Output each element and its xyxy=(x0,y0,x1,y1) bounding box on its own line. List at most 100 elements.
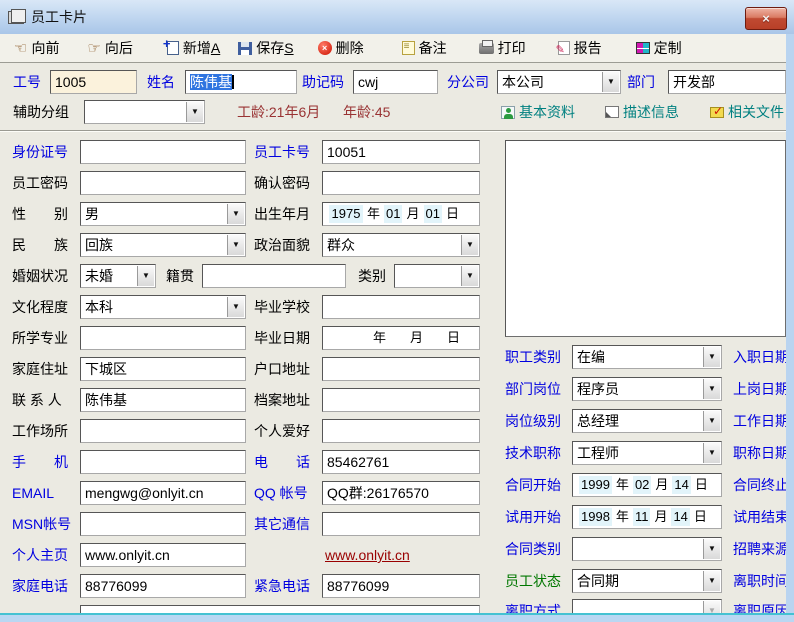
name-value: 陈伟基 xyxy=(190,74,232,90)
tab-description[interactable]: 描述信息 xyxy=(605,100,679,124)
window-bottom-border xyxy=(0,613,794,622)
contract-month: 02 xyxy=(633,476,651,494)
save-button[interactable]: 保存S xyxy=(234,36,297,60)
branch-label: 分公司 xyxy=(447,70,489,94)
chevron-down-icon[interactable]: ▼ xyxy=(227,204,244,224)
empcard-value: 10051 xyxy=(327,144,366,160)
trial-start-label: 试用开始 xyxy=(505,505,561,529)
contract-type-select[interactable]: ▼ xyxy=(572,537,722,561)
tab-basic-info-label: 基本资料 xyxy=(519,102,575,122)
delete-label: 删除 xyxy=(336,38,364,58)
idcard-label: 身份证号 xyxy=(12,140,68,164)
title-date-label: 职称日期 xyxy=(733,441,786,465)
delete-x-icon: × xyxy=(318,41,332,55)
ethnic-select[interactable]: 回族 ▼ xyxy=(80,233,246,257)
new-record-icon xyxy=(167,41,179,55)
mnemonic-input[interactable]: cwj xyxy=(353,70,438,94)
empno-label: 工号 xyxy=(13,70,41,94)
mnemonic-label: 助记码 xyxy=(302,70,344,94)
empcard-input[interactable]: 10051 xyxy=(322,140,480,164)
contract-start-date[interactable]: 1999 年 02 月 14 日 xyxy=(572,473,722,497)
aux-group-select[interactable]: ▼ xyxy=(84,100,205,124)
empno-input[interactable]: 1005 xyxy=(50,70,137,94)
pwd-input[interactable] xyxy=(80,171,246,195)
chevron-down-icon[interactable]: ▼ xyxy=(703,539,720,559)
seniority-text: 工龄:21年6月 xyxy=(237,100,320,124)
chevron-down-icon[interactable]: ▼ xyxy=(703,571,720,591)
report-icon xyxy=(558,41,570,55)
remark-button[interactable]: 备注 xyxy=(398,36,451,60)
marital-value: 未婚 xyxy=(85,268,113,284)
hire-date-label: 入职日期 xyxy=(733,345,786,369)
dept-post-select[interactable]: 程序员 ▼ xyxy=(572,377,722,401)
tech-title-select[interactable]: 工程师 ▼ xyxy=(572,441,722,465)
backward-button[interactable]: ☞ 向后 xyxy=(83,36,136,60)
trial-day: 14 xyxy=(671,508,689,526)
chevron-down-icon[interactable]: ▼ xyxy=(137,266,154,286)
report-button[interactable]: 报告 xyxy=(554,36,606,60)
report-label: 报告 xyxy=(574,38,602,58)
emp-status-select[interactable]: 合同期 ▼ xyxy=(572,569,722,593)
remark-label: 备注 xyxy=(419,38,447,58)
chevron-down-icon[interactable]: ▼ xyxy=(703,411,720,431)
titlebar[interactable]: 员工卡片 xyxy=(0,0,794,34)
employee-card-window: 员工卡片 × ☜ 向前 ☞ 向后 新增A 保存S × 删除 备注 打印 xyxy=(0,0,794,622)
chevron-down-icon[interactable]: ▼ xyxy=(703,379,720,399)
branch-select[interactable]: 本公司 ▼ xyxy=(497,70,621,94)
chevron-down-icon[interactable]: ▼ xyxy=(227,235,244,255)
tab-description-label: 描述信息 xyxy=(623,102,679,122)
native-input[interactable] xyxy=(202,264,346,288)
branch-value: 本公司 xyxy=(502,74,544,90)
trial-end-label: 试用结束 xyxy=(733,505,786,529)
chevron-down-icon[interactable]: ▼ xyxy=(186,102,203,122)
unit-day: 日 xyxy=(695,474,708,496)
note-icon xyxy=(402,41,415,55)
chevron-down-icon[interactable]: ▼ xyxy=(602,72,619,92)
birth-year: 1975 xyxy=(329,205,363,223)
unit-month: 月 xyxy=(406,203,419,225)
print-button[interactable]: 打印 xyxy=(475,36,530,60)
chevron-down-icon[interactable]: ▼ xyxy=(703,347,720,367)
gender-label: 性 别 xyxy=(12,202,68,226)
new-button[interactable]: 新增A xyxy=(163,36,224,60)
save-label: 保存 xyxy=(256,38,284,58)
customize-button[interactable]: 定制 xyxy=(632,36,686,60)
school-input[interactable] xyxy=(322,295,480,319)
post-grade-select[interactable]: 总经理 ▼ xyxy=(572,409,722,433)
dept-label: 部门 xyxy=(627,70,655,94)
confirm-label: 确认密码 xyxy=(254,171,310,195)
window-title: 员工卡片 xyxy=(31,7,87,27)
name-input[interactable]: 陈伟基 xyxy=(185,70,297,94)
confirm-input[interactable] xyxy=(322,171,480,195)
chevron-down-icon[interactable]: ▼ xyxy=(461,266,478,286)
contract-day: 14 xyxy=(672,476,690,494)
category-select[interactable]: ▼ xyxy=(394,264,480,288)
chevron-down-icon[interactable]: ▼ xyxy=(227,297,244,317)
trial-month: 11 xyxy=(633,508,651,526)
gender-value: 男 xyxy=(85,206,99,222)
dept-input[interactable]: 开发部 xyxy=(668,70,786,94)
hand-left-icon: ☜ xyxy=(14,41,27,56)
edu-select[interactable]: 本科 ▼ xyxy=(80,295,246,319)
mnemonic-value: cwj xyxy=(358,74,378,90)
forward-button[interactable]: ☜ 向前 xyxy=(10,36,63,60)
print-label: 打印 xyxy=(498,38,526,58)
marital-select[interactable]: 未婚 ▼ xyxy=(80,264,156,288)
close-button[interactable]: × xyxy=(745,7,787,30)
delete-button[interactable]: × 删除 xyxy=(314,36,368,60)
emp-type-select[interactable]: 在编 ▼ xyxy=(572,345,722,369)
idcard-input[interactable] xyxy=(80,140,246,164)
gender-select[interactable]: 男 ▼ xyxy=(80,202,246,226)
dept-post-value: 程序员 xyxy=(577,381,619,397)
trial-start-date[interactable]: 1998 年 11 月 14 日 xyxy=(572,505,722,529)
chevron-down-icon[interactable]: ▼ xyxy=(703,443,720,463)
tab-related-files[interactable]: 相关文件 xyxy=(710,100,784,124)
politics-select[interactable]: 群众 ▼ xyxy=(322,233,480,257)
trial-year: 1998 xyxy=(579,508,612,526)
emp-type-value: 在编 xyxy=(577,349,605,365)
contract-end-label: 合同终止 xyxy=(733,473,786,497)
chevron-down-icon[interactable]: ▼ xyxy=(461,235,478,255)
text-caret xyxy=(232,75,234,89)
birth-date-field[interactable]: 1975 年 01 月 01 日 xyxy=(322,202,480,226)
tab-basic-info[interactable]: 基本资料 xyxy=(501,100,575,124)
